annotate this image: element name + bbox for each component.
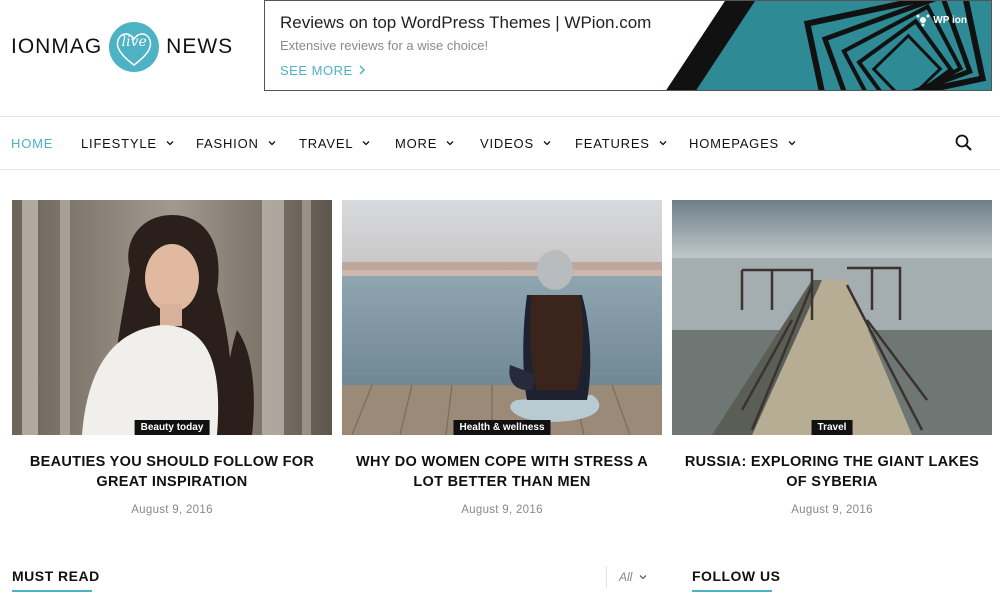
must-read-underline	[12, 590, 92, 592]
article-title[interactable]: RUSSIA: EXPLORING THE GIANT LAKES OF SYB…	[672, 452, 992, 492]
nav-item-label: TRAVEL	[299, 135, 354, 151]
search-button[interactable]	[954, 133, 974, 153]
banner-brand: WP ion	[916, 13, 967, 27]
chevron-down-icon	[543, 141, 551, 146]
banner-cta-label: SEE MORE	[280, 63, 353, 78]
article-image[interactable]: Health & wellness	[342, 200, 662, 435]
nav-item-home[interactable]: HOME	[11, 117, 53, 169]
filter-label: All	[619, 570, 633, 584]
article-card[interactable]: Travel RUSSIA: EXPLORING THE GIANT LAKES…	[672, 200, 992, 516]
site-logo[interactable]: IONMAG live NEWS	[11, 20, 233, 74]
article-date: August 9, 2016	[461, 504, 543, 516]
search-icon	[955, 134, 972, 151]
nav-item-label: FASHION	[196, 135, 259, 151]
nav-item-label: MORE	[395, 135, 438, 151]
filter-divider	[606, 566, 607, 588]
chevron-down-icon	[788, 141, 796, 146]
article-date: August 9, 2016	[791, 504, 873, 516]
banner-brand-label: WP ion	[933, 14, 967, 26]
banner-subtitle: Extensive reviews for a wise choice!	[280, 38, 489, 53]
nav-item-label: VIDEOS	[480, 135, 534, 151]
chevron-down-icon	[659, 141, 667, 146]
logo-word-right: NEWS	[166, 35, 234, 58]
nav-item-lifestyle[interactable]: LIFESTYLE	[81, 117, 175, 169]
chevron-down-icon	[166, 141, 174, 146]
nav-item-label: LIFESTYLE	[81, 135, 157, 151]
article-date: August 9, 2016	[131, 504, 213, 516]
article-card[interactable]: Beauty today BEAUTIES YOU SHOULD FOLLOW …	[12, 200, 332, 516]
banner-title: Reviews on top WordPress Themes | WPion.…	[280, 13, 652, 32]
chevron-down-icon	[362, 141, 370, 146]
must-read-filter-dropdown[interactable]: All	[619, 570, 648, 584]
nav-item-label: HOME	[11, 135, 54, 151]
nav-item-features[interactable]: FEATURES	[575, 117, 668, 169]
logo-word-left: IONMAG	[11, 35, 103, 58]
follow-us-underline	[692, 590, 772, 592]
main-navigation: HOME LIFESTYLE FASHION TRAVEL MORE VIDEO…	[0, 116, 1000, 170]
nav-item-videos[interactable]: VIDEOS	[480, 117, 552, 169]
wpion-logo-icon	[916, 14, 930, 27]
article-image[interactable]: Beauty today	[12, 200, 332, 435]
nav-item-more[interactable]: MORE	[395, 117, 455, 169]
category-badge[interactable]: Beauty today	[134, 420, 210, 435]
category-badge[interactable]: Travel	[811, 420, 853, 435]
banner-see-more-link[interactable]: SEE MORE	[280, 63, 366, 78]
nav-item-fashion[interactable]: FASHION	[196, 117, 277, 169]
chevron-right-icon	[358, 63, 366, 78]
nav-item-label: HOMEPAGES	[689, 135, 780, 151]
ad-banner[interactable]: Reviews on top WordPress Themes | WPion.…	[264, 0, 992, 91]
article-title[interactable]: WHY DO WOMEN COPE WITH STRESS A LOT BETT…	[342, 452, 662, 492]
nav-item-travel[interactable]: TRAVEL	[299, 117, 371, 169]
follow-us-heading: FOLLOW US	[692, 568, 781, 584]
heart-logo-icon: live	[108, 21, 160, 73]
site-header: IONMAG live NEWS Reviews on top WordPres…	[0, 0, 1000, 116]
nav-item-homepages[interactable]: HOMEPAGES	[689, 117, 797, 169]
nav-item-label: FEATURES	[575, 135, 650, 151]
chevron-down-icon	[639, 575, 647, 580]
logo-word-center: live	[121, 34, 147, 50]
chevron-down-icon	[268, 141, 276, 146]
chevron-down-icon	[446, 141, 454, 146]
must-read-heading: MUST READ	[12, 568, 100, 584]
category-badge[interactable]: Health & wellness	[453, 420, 551, 435]
article-card[interactable]: Health & wellness WHY DO WOMEN COPE WITH…	[342, 200, 662, 516]
article-title[interactable]: BEAUTIES YOU SHOULD FOLLOW FOR GREAT INS…	[12, 452, 332, 492]
article-image[interactable]: Travel	[672, 200, 992, 435]
